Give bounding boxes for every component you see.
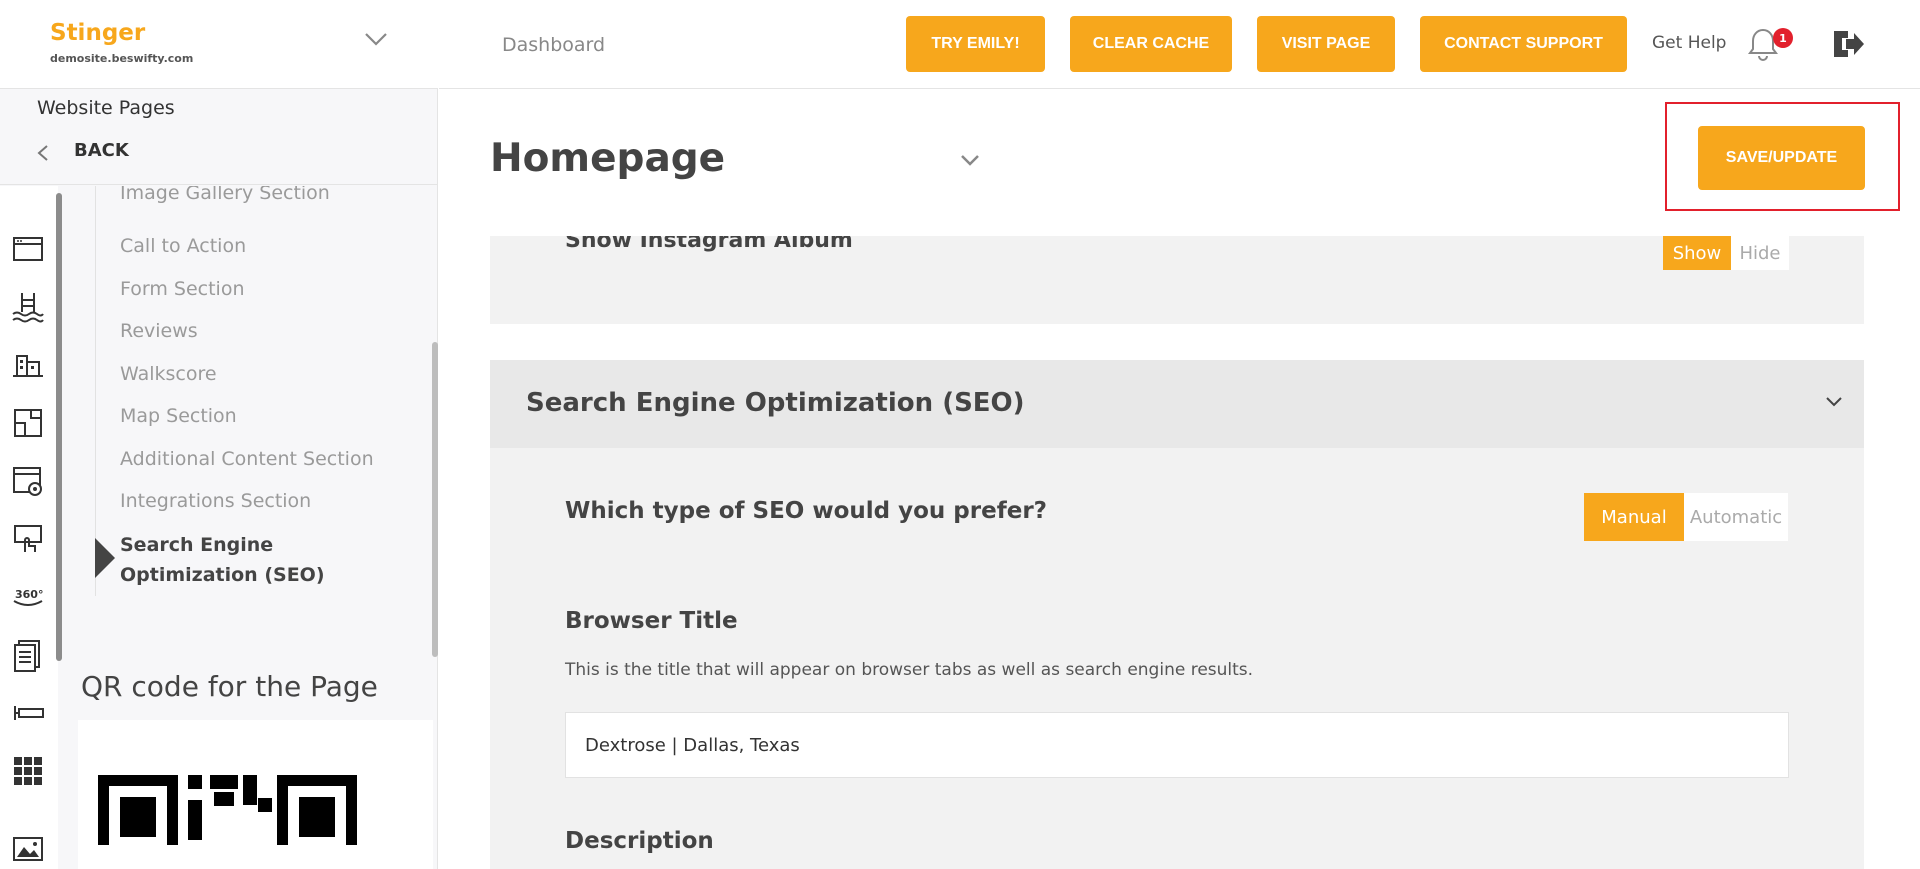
svg-text:360°: 360° [15, 588, 43, 601]
browser-title-input[interactable] [565, 712, 1789, 778]
notification-badge: 1 [1773, 28, 1793, 48]
chevron-down-icon [1826, 397, 1842, 407]
section-item-integrations[interactable]: Integrations Section [120, 490, 311, 512]
section-item-map[interactable]: Map Section [120, 405, 237, 427]
section-item-additional-content[interactable]: Additional Content Section [120, 448, 374, 470]
website-pages-title: Website Pages [37, 97, 175, 119]
sidebar: Stinger demosite.beswifty.com Website Pa… [0, 0, 438, 869]
logout-icon[interactable] [1830, 26, 1866, 62]
ruler-icon[interactable] [11, 696, 45, 730]
section-item-call-to-action[interactable]: Call to Action [120, 235, 246, 257]
brand-domain: demosite.beswifty.com [50, 52, 194, 65]
seo-section-body: Which type of SEO would you prefer? Manu… [490, 448, 1864, 869]
browser-settings-icon[interactable] [11, 464, 45, 498]
touch-screen-icon[interactable] [11, 522, 45, 556]
breadcrumb[interactable]: Dashboard [502, 34, 605, 56]
360-view-icon[interactable]: 360° [11, 580, 45, 614]
clear-cache-button[interactable]: CLEAR CACHE [1070, 16, 1232, 72]
instagram-panel: Show Instagram Album Show Hide [490, 236, 1864, 324]
pool-icon[interactable] [11, 290, 45, 324]
instagram-show-toggle[interactable]: Show [1663, 236, 1731, 270]
instagram-album-label: Show Instagram Album [565, 236, 853, 253]
section-item-reviews[interactable]: Reviews [120, 320, 198, 342]
document-icon[interactable] [11, 638, 45, 672]
page-title: Homepage [490, 136, 726, 181]
qr-code [78, 720, 433, 869]
floorplan-icon[interactable] [11, 406, 45, 440]
qr-code-image [98, 775, 357, 846]
seo-automatic-option[interactable]: Automatic [1684, 493, 1788, 541]
section-item-walkscore[interactable]: Walkscore [120, 363, 217, 385]
section-item-seo[interactable]: Search Engine Optimization (SEO) [120, 530, 400, 590]
save-update-button[interactable]: SAVE/UPDATE [1698, 126, 1865, 190]
seo-section-header[interactable]: Search Engine Optimization (SEO) [490, 360, 1864, 448]
grid-icon[interactable] [11, 754, 45, 788]
buildings-icon[interactable] [11, 348, 45, 382]
back-label: BACK [74, 140, 129, 161]
seo-manual-option[interactable]: Manual [1584, 493, 1684, 541]
icon-rail: 360° [0, 186, 58, 869]
chevron-down-icon[interactable] [958, 150, 982, 170]
brand-header: Stinger demosite.beswifty.com [0, 0, 438, 89]
qr-code-title: QR code for the Page [81, 670, 378, 703]
section-item-form[interactable]: Form Section [120, 278, 245, 300]
browser-title-help: This is the title that will appear on br… [565, 660, 1254, 680]
active-section-marker [95, 538, 115, 578]
browser-window-icon[interactable] [11, 232, 45, 266]
contact-support-button[interactable]: CONTACT SUPPORT [1420, 16, 1627, 72]
section-list-scrollbar[interactable] [432, 342, 438, 657]
image-icon[interactable] [11, 832, 45, 866]
seo-type-question: Which type of SEO would you prefer? [565, 498, 1048, 524]
get-help-link[interactable]: Get Help [1652, 33, 1726, 53]
instagram-hide-toggle[interactable]: Hide [1731, 236, 1789, 270]
browser-title-label: Browser Title [565, 608, 738, 634]
chevron-left-icon [37, 145, 48, 161]
brand-name: Stinger [50, 20, 146, 46]
section-item-image-gallery[interactable]: Image Gallery Section [120, 186, 330, 204]
back-button[interactable]: BACK [30, 132, 230, 172]
visit-page-button[interactable]: VISIT PAGE [1257, 16, 1395, 72]
description-label: Description [565, 828, 714, 854]
seo-section-title: Search Engine Optimization (SEO) [526, 388, 1025, 418]
try-emily-button[interactable]: TRY EMILY! [906, 16, 1045, 72]
chevron-down-icon[interactable] [364, 30, 388, 48]
section-list: Image Gallery Section Call to Action For… [62, 186, 432, 656]
